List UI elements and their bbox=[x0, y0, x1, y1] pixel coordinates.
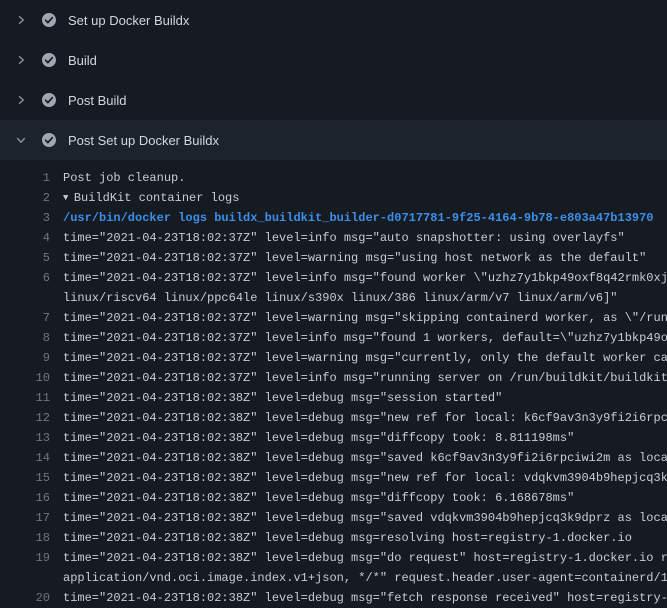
line-text: time="2021-04-23T18:02:37Z" level=info m… bbox=[63, 268, 667, 288]
line-number[interactable]: 19 bbox=[0, 548, 50, 568]
chevron-icon bbox=[14, 133, 28, 147]
line-text: time="2021-04-23T18:02:37Z" level=warnin… bbox=[63, 308, 667, 328]
line-number[interactable]: 15 bbox=[0, 468, 50, 488]
line-text[interactable]: ▼ BuildKit container logs bbox=[63, 188, 667, 208]
log-line: 4 time="2021-04-23T18:02:37Z" level=info… bbox=[0, 228, 667, 248]
check-circle-icon bbox=[41, 12, 57, 28]
log-line: 1 Post job cleanup. bbox=[0, 168, 667, 188]
log-line: 18 time="2021-04-23T18:02:38Z" level=deb… bbox=[0, 528, 667, 548]
chevron-icon bbox=[14, 13, 28, 27]
line-number[interactable]: 18 bbox=[0, 528, 50, 548]
step-title: Build bbox=[68, 53, 97, 68]
log-line: 7 time="2021-04-23T18:02:37Z" level=warn… bbox=[0, 308, 667, 328]
log-line: 2 ▼ BuildKit container logs bbox=[0, 188, 667, 208]
chevron-icon bbox=[14, 93, 28, 107]
line-text: time="2021-04-23T18:02:38Z" level=debug … bbox=[63, 448, 667, 468]
line-text: time="2021-04-23T18:02:37Z" level=warnin… bbox=[63, 348, 667, 368]
log-line: 14 time="2021-04-23T18:02:38Z" level=deb… bbox=[0, 448, 667, 468]
line-text: time="2021-04-23T18:02:38Z" level=debug … bbox=[63, 488, 667, 508]
check-circle-icon bbox=[41, 92, 57, 108]
line-number[interactable]: 4 bbox=[0, 228, 50, 248]
line-text: time="2021-04-23T18:02:37Z" level=warnin… bbox=[63, 248, 667, 268]
line-number[interactable]: 2 bbox=[0, 188, 50, 208]
line-number[interactable] bbox=[0, 288, 50, 308]
line-text: time="2021-04-23T18:02:38Z" level=debug … bbox=[63, 408, 667, 428]
check-circle-icon bbox=[41, 132, 57, 148]
log-line: 15 time="2021-04-23T18:02:38Z" level=deb… bbox=[0, 468, 667, 488]
check-circle-icon bbox=[41, 52, 57, 68]
log-area: 1 Post job cleanup. 2 ▼ BuildKit contain… bbox=[0, 160, 667, 608]
line-text: time="2021-04-23T18:02:37Z" level=info m… bbox=[63, 328, 667, 348]
line-number[interactable]: 11 bbox=[0, 388, 50, 408]
line-text: /usr/bin/docker logs buildx_buildkit_bui… bbox=[63, 208, 667, 228]
log-line: application/vnd.oci.image.index.v1+json,… bbox=[0, 568, 667, 588]
line-number[interactable]: 10 bbox=[0, 368, 50, 388]
log-line: 9 time="2021-04-23T18:02:37Z" level=warn… bbox=[0, 348, 667, 368]
group-toggle-icon[interactable]: ▼ bbox=[63, 193, 74, 203]
line-number[interactable]: 16 bbox=[0, 488, 50, 508]
line-text: time="2021-04-23T18:02:38Z" level=debug … bbox=[63, 588, 667, 608]
log-line: linux/riscv64 linux/ppc64le linux/s390x … bbox=[0, 288, 667, 308]
workflow-log-viewer: Set up Docker Buildx Build P bbox=[0, 0, 667, 600]
log-line: 3 /usr/bin/docker logs buildx_buildkit_b… bbox=[0, 208, 667, 228]
step-section-set-up-docker-buildx[interactable]: Set up Docker Buildx bbox=[0, 0, 667, 40]
step-title: Set up Docker Buildx bbox=[68, 13, 189, 28]
line-number[interactable]: 13 bbox=[0, 428, 50, 448]
log-line: 17 time="2021-04-23T18:02:38Z" level=deb… bbox=[0, 508, 667, 528]
step-section-build[interactable]: Build bbox=[0, 40, 667, 80]
log-line: 6 time="2021-04-23T18:02:37Z" level=info… bbox=[0, 268, 667, 288]
log-line: 11 time="2021-04-23T18:02:38Z" level=deb… bbox=[0, 388, 667, 408]
line-number[interactable]: 8 bbox=[0, 328, 50, 348]
log-line: 16 time="2021-04-23T18:02:38Z" level=deb… bbox=[0, 488, 667, 508]
line-text: Post job cleanup. bbox=[63, 168, 667, 188]
step-section-post-build[interactable]: Post Build bbox=[0, 80, 667, 120]
line-number[interactable]: 17 bbox=[0, 508, 50, 528]
line-text: application/vnd.oci.image.index.v1+json,… bbox=[63, 568, 667, 588]
line-text: time="2021-04-23T18:02:38Z" level=debug … bbox=[63, 388, 667, 408]
log-line: 20 time="2021-04-23T18:02:38Z" level=deb… bbox=[0, 588, 667, 608]
line-number[interactable]: 5 bbox=[0, 248, 50, 268]
step-sections-list: Set up Docker Buildx Build P bbox=[0, 0, 667, 160]
line-number[interactable]: 3 bbox=[0, 208, 50, 228]
log-line: 8 time="2021-04-23T18:02:37Z" level=info… bbox=[0, 328, 667, 348]
line-text: time="2021-04-23T18:02:38Z" level=debug … bbox=[63, 468, 667, 488]
log-line: 10 time="2021-04-23T18:02:37Z" level=inf… bbox=[0, 368, 667, 388]
line-text: time="2021-04-23T18:02:38Z" level=debug … bbox=[63, 548, 667, 568]
line-number[interactable]: 9 bbox=[0, 348, 50, 368]
line-number[interactable] bbox=[0, 568, 50, 588]
line-number[interactable]: 7 bbox=[0, 308, 50, 328]
line-number[interactable]: 12 bbox=[0, 408, 50, 428]
line-text: time="2021-04-23T18:02:38Z" level=debug … bbox=[63, 508, 667, 528]
step-section-post-set-up-docker-buildx[interactable]: Post Set up Docker Buildx bbox=[0, 120, 667, 160]
line-text: time="2021-04-23T18:02:38Z" level=debug … bbox=[63, 528, 667, 548]
line-number[interactable]: 1 bbox=[0, 168, 50, 188]
log-line: 12 time="2021-04-23T18:02:38Z" level=deb… bbox=[0, 408, 667, 428]
log-line: 19 time="2021-04-23T18:02:38Z" level=deb… bbox=[0, 548, 667, 568]
group-title: BuildKit container logs bbox=[74, 191, 240, 205]
log-line: 13 time="2021-04-23T18:02:38Z" level=deb… bbox=[0, 428, 667, 448]
line-number[interactable]: 6 bbox=[0, 268, 50, 288]
line-text: linux/riscv64 linux/ppc64le linux/s390x … bbox=[63, 288, 667, 308]
chevron-icon bbox=[14, 53, 28, 67]
step-title: Post Set up Docker Buildx bbox=[68, 133, 219, 148]
line-number[interactable]: 20 bbox=[0, 588, 50, 608]
line-number[interactable]: 14 bbox=[0, 448, 50, 468]
line-text: time="2021-04-23T18:02:38Z" level=debug … bbox=[63, 428, 667, 448]
line-text: time="2021-04-23T18:02:37Z" level=info m… bbox=[63, 228, 667, 248]
step-title: Post Build bbox=[68, 93, 127, 108]
line-text: time="2021-04-23T18:02:37Z" level=info m… bbox=[63, 368, 667, 388]
log-line: 5 time="2021-04-23T18:02:37Z" level=warn… bbox=[0, 248, 667, 268]
